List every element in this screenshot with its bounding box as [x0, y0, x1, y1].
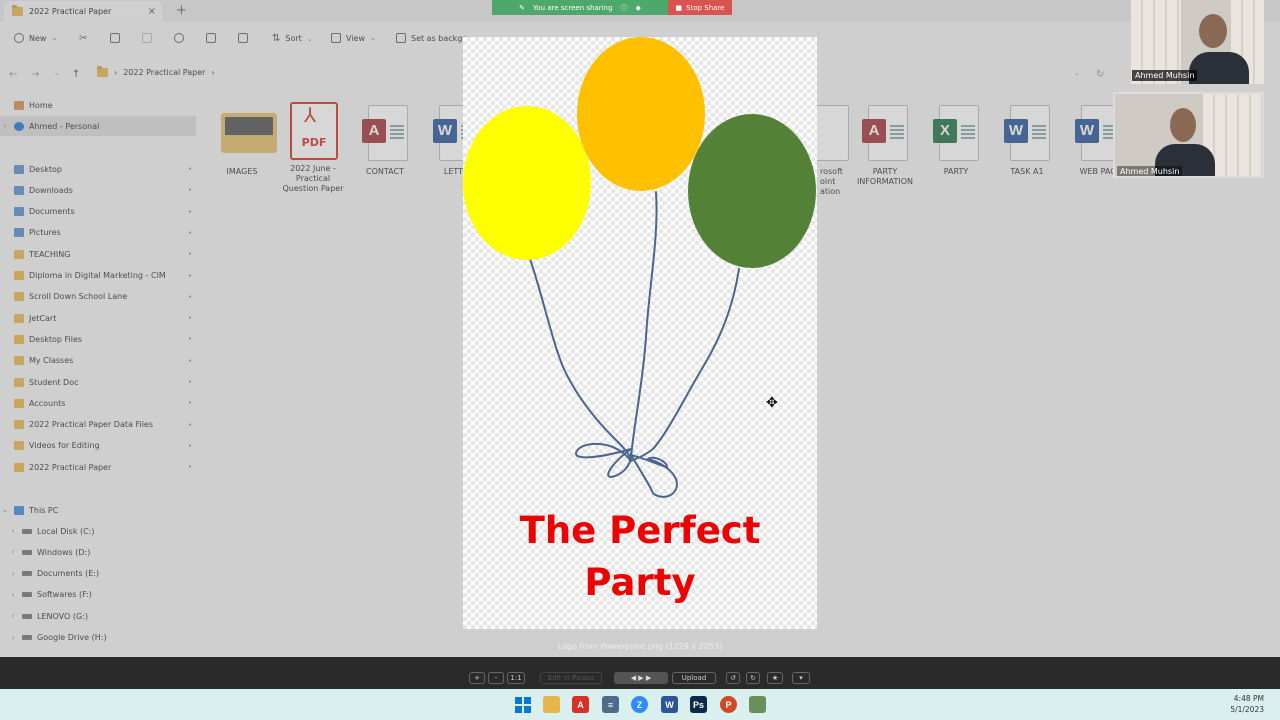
- previous-next-control[interactable]: ◀ ▶ ▶: [614, 672, 668, 684]
- photoshop-icon[interactable]: Ps: [690, 696, 707, 713]
- green-balloon-string: [630, 268, 740, 462]
- participant-video-self[interactable]: Ahmed Muhsin: [1113, 92, 1264, 178]
- notepad-icon[interactable]: ≡: [602, 696, 619, 713]
- orange-balloon: [577, 37, 705, 191]
- balloon-bow: [575, 442, 679, 498]
- upload-button[interactable]: Upload: [672, 672, 716, 684]
- clock-date: 5/1/2023: [1230, 705, 1264, 714]
- word-icon[interactable]: W: [661, 696, 678, 713]
- rotate-left-icon[interactable]: ↺: [726, 672, 740, 684]
- stop-icon: ■: [675, 3, 683, 12]
- participant-face: [1199, 14, 1227, 48]
- zoom-icon[interactable]: Z: [631, 696, 648, 713]
- pointer-icon: ✎: [519, 3, 526, 12]
- participant-name-tag: Ahmed Muhsin: [1117, 166, 1183, 176]
- participant-name-tag: Ahmed Muhsin: [1132, 70, 1198, 81]
- edit-in-picasa-button[interactable]: Edit in Picasa: [540, 672, 602, 684]
- zoom-out-button[interactable]: -: [488, 672, 504, 684]
- rotate-right-icon[interactable]: ↻: [746, 672, 760, 684]
- move-cursor-icon: ✥: [766, 395, 778, 411]
- actual-size-button[interactable]: 1:1: [507, 672, 525, 684]
- participant-face: [1170, 108, 1196, 142]
- green-balloon: [688, 114, 816, 268]
- start-icon[interactable]: [514, 696, 531, 713]
- screen-share-banner: ✎ You are screen sharing ⓘ ◆ ■ Stop Shar…: [492, 0, 732, 15]
- info-icon[interactable]: ⓘ: [620, 3, 627, 13]
- share-status: ✎ You are screen sharing ⓘ ◆: [492, 0, 668, 15]
- participant-video-top[interactable]: Ahmed Muhsin: [1131, 0, 1264, 84]
- zoom-in-button[interactable]: +: [469, 672, 485, 684]
- yellow-balloon: [463, 106, 591, 260]
- taskbar: A ≡ Z W Ps P 4:48 PM 5/1/2023: [0, 689, 1280, 720]
- poster-title: The Perfect Party: [519, 509, 761, 604]
- image-caption: Logo from Powerpoint.png (1229 x 2053): [557, 642, 723, 651]
- orange-balloon-string: [630, 191, 658, 458]
- system-clock[interactable]: 4:48 PM 5/1/2023: [1230, 693, 1264, 715]
- share-status-text: You are screen sharing: [533, 3, 613, 12]
- shield-icon: ◆: [635, 3, 641, 12]
- stop-share-label: Stop Share: [686, 3, 725, 12]
- star-icon[interactable]: ★: [767, 672, 783, 684]
- play-icon: ◀ ▶ ▶: [630, 674, 652, 682]
- powerpoint-icon[interactable]: P: [720, 696, 737, 713]
- picasa-viewer-icon[interactable]: [749, 696, 766, 713]
- file-explorer-icon[interactable]: [543, 696, 560, 713]
- more-chevron-icon[interactable]: ▾: [792, 672, 810, 684]
- yellow-balloon-string: [529, 258, 632, 460]
- clock-time: 4:48 PM: [1233, 694, 1264, 703]
- stop-share-button[interactable]: ■ Stop Share: [668, 0, 732, 15]
- acrobat-icon[interactable]: A: [572, 696, 589, 713]
- image-preview[interactable]: The Perfect Party: [463, 37, 817, 629]
